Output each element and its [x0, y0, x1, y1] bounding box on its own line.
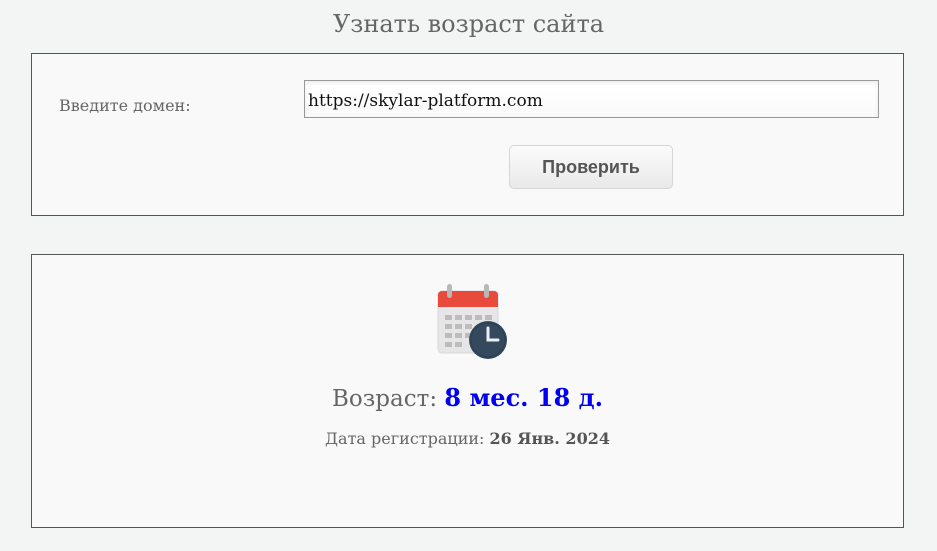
calendar-clock-icon [437, 284, 507, 359]
domain-form-panel: Введите домен: Проверить [31, 53, 904, 216]
page-title: Узнать возраст сайта [332, 10, 605, 38]
registration-date: 26 Янв. 2024 [489, 429, 610, 448]
domain-input[interactable] [304, 80, 879, 118]
age-line: Возраст: 8 мес. 18 д. [32, 383, 903, 412]
registration-label: Дата регистрации: [325, 429, 485, 448]
age-value: 8 мес. 18 д. [444, 383, 603, 412]
domain-label: Введите домен: [59, 96, 191, 115]
check-button[interactable]: Проверить [509, 145, 673, 189]
registration-line: Дата регистрации: 26 Янв. 2024 [32, 429, 903, 448]
result-panel: Возраст: 8 мес. 18 д. Дата регистрации: … [31, 254, 904, 528]
age-label: Возраст: [331, 386, 438, 412]
